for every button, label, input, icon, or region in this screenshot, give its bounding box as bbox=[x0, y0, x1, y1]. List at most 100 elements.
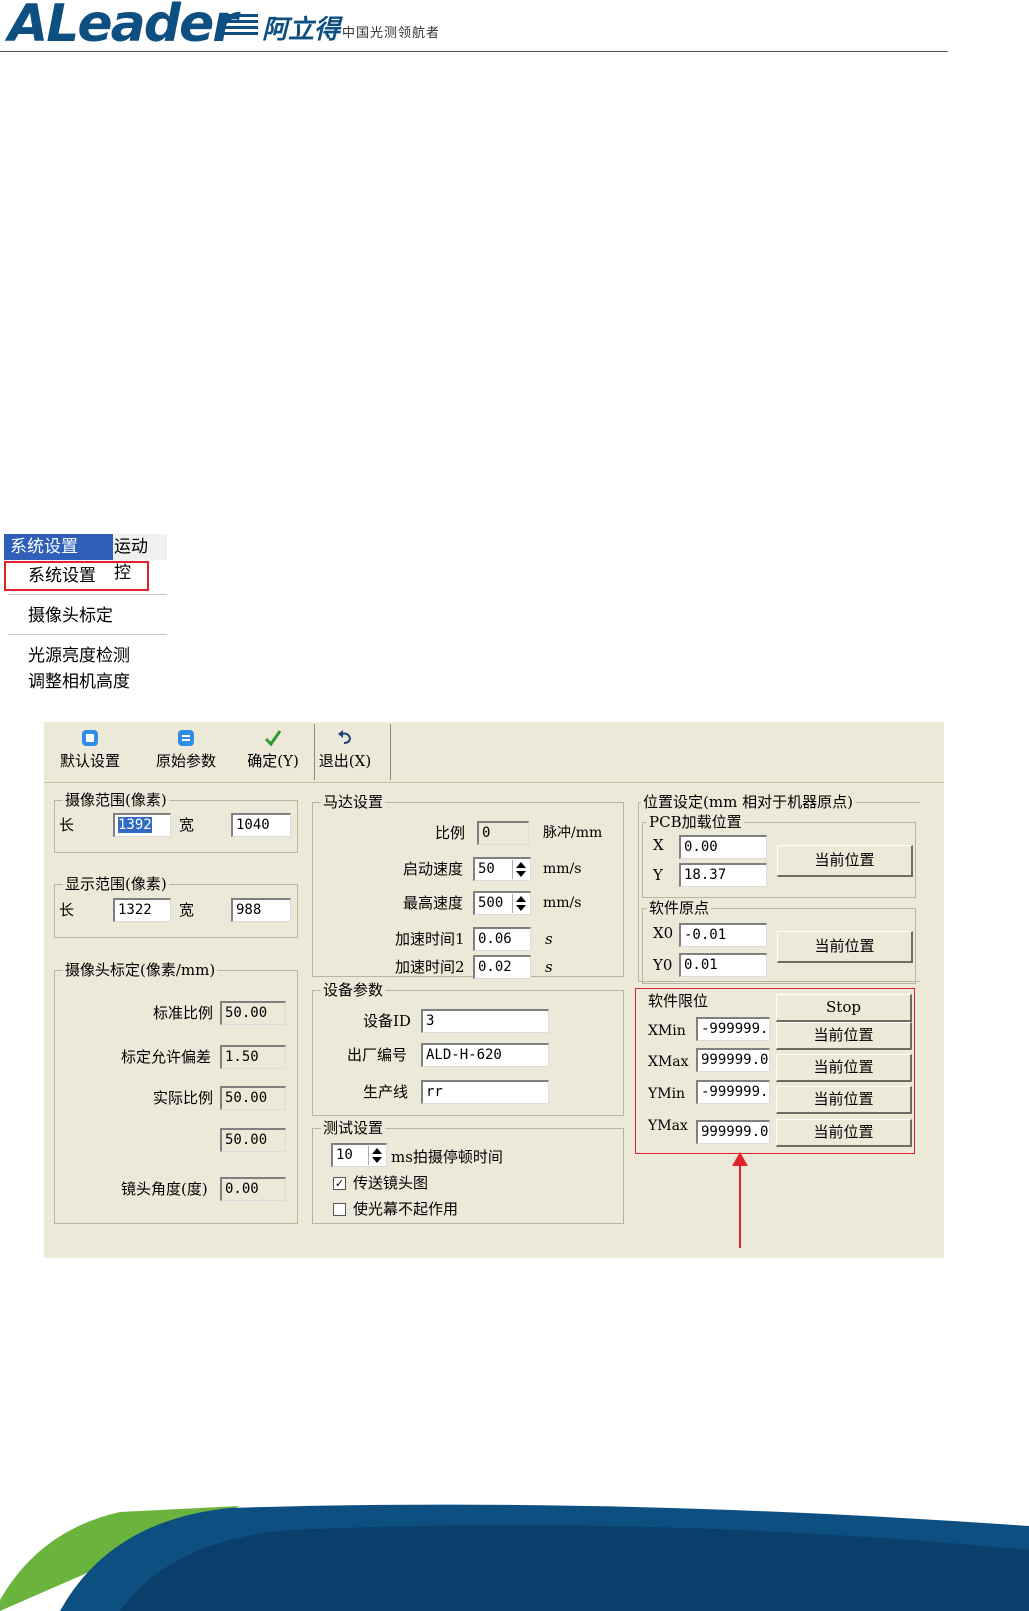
serial-number-input[interactable]: ALD-H-620 bbox=[421, 1043, 549, 1067]
tolerance-label: 标定允许偏差 bbox=[121, 1048, 212, 1066]
pcb-current-position-button[interactable]: 当前位置 bbox=[777, 845, 913, 877]
system-settings-menu: 系统设置 运动控 系统设置 摄像头标定 光源亮度检测 调整相机高度 bbox=[4, 534, 167, 702]
confirm-button[interactable]: 确定(Y) bbox=[240, 728, 306, 778]
header-divider bbox=[0, 51, 948, 52]
origin-y0-input[interactable]: 0.01 bbox=[679, 953, 767, 977]
ymax-input[interactable]: 999999.0 bbox=[696, 1120, 770, 1144]
accel-time-2-label: 加速时间2 bbox=[395, 958, 465, 976]
ymax-label: YMax bbox=[648, 1118, 688, 1134]
menu-highlight-box bbox=[4, 561, 149, 591]
camera-range-title: 摄像范围(像素) bbox=[63, 790, 169, 810]
camera-width-input[interactable]: 1040 bbox=[231, 813, 291, 837]
original-params-icon bbox=[178, 730, 194, 746]
spin-arrows-icon[interactable] bbox=[512, 894, 529, 913]
menu-separator bbox=[8, 594, 167, 595]
display-range-title: 显示范围(像素) bbox=[63, 874, 169, 894]
toolbar-separator bbox=[390, 724, 391, 780]
default-settings-label: 默认设置 bbox=[59, 752, 120, 770]
actual-ratio-input-2[interactable]: 50.00 bbox=[220, 1128, 286, 1152]
device-id-input[interactable]: 3 bbox=[421, 1009, 549, 1033]
exit-button[interactable]: 退出(X) bbox=[312, 728, 378, 778]
standard-ratio-label: 标准比例 bbox=[153, 1004, 214, 1022]
motor-settings-group: 马达设置 比例 0 脉冲/mm 启动速度 50 mm/s 最高速度 500 mm… bbox=[312, 792, 624, 979]
logo-chinese-name: 阿立得 bbox=[262, 15, 341, 45]
production-line-input[interactable]: rr bbox=[421, 1080, 549, 1104]
camera-length-label: 长 bbox=[59, 816, 75, 834]
ymax-current-position-button[interactable]: 当前位置 bbox=[776, 1119, 912, 1147]
ymin-current-position-button[interactable]: 当前位置 bbox=[776, 1086, 912, 1114]
spin-arrows-icon[interactable] bbox=[368, 1146, 385, 1165]
display-width-label: 宽 bbox=[179, 901, 195, 919]
start-speed-stepper[interactable]: 50 bbox=[473, 857, 531, 881]
origin-x0-label: X0 bbox=[653, 924, 674, 942]
display-width-input[interactable]: 988 bbox=[231, 898, 291, 922]
device-params-group: 设备参数 设备ID 3 出厂编号 ALD-H-620 生产线 rr bbox=[312, 980, 624, 1116]
camera-length-input[interactable]: 1392 bbox=[113, 813, 171, 837]
menu-item-camera-calibration[interactable]: 摄像头标定 bbox=[28, 605, 113, 627]
footer-swoosh-graphic bbox=[0, 1504, 1029, 1611]
annotation-arrow-line bbox=[739, 1160, 741, 1248]
motor-ratio-unit: 脉冲/mm bbox=[543, 825, 603, 841]
actual-ratio-input[interactable]: 50.00 bbox=[220, 1086, 286, 1110]
original-params-button[interactable]: 原始参数 bbox=[148, 728, 224, 778]
lens-angle-input[interactable]: 0.00 bbox=[220, 1177, 286, 1201]
transfer-image-checkbox[interactable]: ✓ bbox=[333, 1177, 346, 1190]
camera-range-group: 摄像范围(像素) 长 1392 宽 1040 bbox=[54, 790, 298, 853]
spin-arrows-icon[interactable] bbox=[512, 860, 529, 879]
confirm-label: 确定(Y) bbox=[247, 752, 299, 770]
software-origin-title: 软件原点 bbox=[647, 898, 712, 918]
stop-button[interactable]: Stop bbox=[776, 994, 912, 1022]
toolbar: 默认设置 原始参数 确定(Y) 退出(X) bbox=[44, 722, 944, 783]
motor-settings-title: 马达设置 bbox=[321, 792, 386, 812]
logo-stripes-icon bbox=[222, 14, 258, 44]
company-logo: ALeader bbox=[8, 0, 238, 54]
ymin-label: YMin bbox=[648, 1086, 686, 1102]
menubar-motion-control[interactable]: 运动控 bbox=[108, 534, 167, 583]
default-settings-button[interactable]: 默认设置 bbox=[52, 728, 128, 778]
pcb-x-input[interactable]: 0.00 bbox=[679, 835, 767, 859]
start-speed-unit: mm/s bbox=[543, 861, 582, 877]
display-range-group: 显示范围(像素) 长 1322 宽 988 bbox=[54, 874, 298, 938]
pause-time-stepper[interactable]: 10 bbox=[331, 1143, 387, 1167]
max-speed-stepper[interactable]: 500 bbox=[473, 891, 531, 915]
menu-item-light-brightness[interactable]: 光源亮度检测 bbox=[28, 645, 130, 667]
start-speed-label: 启动速度 bbox=[403, 860, 464, 878]
xmin-label: XMin bbox=[648, 1023, 686, 1039]
xmax-input[interactable]: 999999.0 bbox=[696, 1048, 770, 1072]
checkmark-icon bbox=[264, 730, 282, 747]
origin-x0-input[interactable]: -0.01 bbox=[679, 923, 767, 947]
position-settings-title: 位置设定(mm 相对于机器原点) bbox=[641, 792, 855, 812]
xmin-current-position-button[interactable]: 当前位置 bbox=[776, 1022, 912, 1050]
transfer-image-label: 传送镜头图 bbox=[353, 1174, 429, 1192]
standard-ratio-input[interactable]: 50.00 bbox=[220, 1001, 286, 1025]
disable-light-curtain-checkbox[interactable] bbox=[333, 1203, 346, 1216]
xmax-current-position-button[interactable]: 当前位置 bbox=[776, 1054, 912, 1082]
accel-time-1-unit: s bbox=[545, 930, 553, 948]
pcb-load-position-group: PCB加载位置 X 0.00 Y 18.37 当前位置 bbox=[642, 812, 916, 898]
motor-ratio-label: 比例 bbox=[435, 824, 466, 842]
document-header: ALeader 阿立得 中国光测领航者 bbox=[0, 0, 1029, 60]
max-speed-unit: mm/s bbox=[543, 895, 582, 911]
accel-time-1-input[interactable]: 0.06 bbox=[473, 927, 531, 951]
serial-number-label: 出厂编号 bbox=[347, 1046, 408, 1064]
accel-time-2-input[interactable]: 0.02 bbox=[473, 955, 531, 979]
software-origin-group: 软件原点 X0 -0.01 Y0 0.01 当前位置 bbox=[642, 898, 916, 984]
menubar-system-settings[interactable]: 系统设置 bbox=[4, 534, 113, 560]
tolerance-input[interactable]: 1.50 bbox=[220, 1045, 286, 1069]
disable-light-curtain-label: 使光幕不起作用 bbox=[353, 1200, 459, 1218]
origin-current-position-button[interactable]: 当前位置 bbox=[777, 931, 913, 963]
camera-calibration-title: 摄像头标定(像素/mm) bbox=[63, 960, 218, 980]
display-length-input[interactable]: 1322 bbox=[113, 898, 171, 922]
device-params-title: 设备参数 bbox=[321, 980, 386, 1000]
menubar: 系统设置 运动控 bbox=[4, 534, 167, 583]
max-speed-label: 最高速度 bbox=[403, 894, 464, 912]
pcb-y-input[interactable]: 18.37 bbox=[679, 863, 767, 887]
xmin-input[interactable]: -999999. bbox=[696, 1017, 770, 1041]
motor-ratio-input[interactable]: 0 bbox=[477, 821, 529, 845]
ymin-input[interactable]: -999999. bbox=[696, 1080, 770, 1104]
pcb-load-position-title: PCB加载位置 bbox=[647, 812, 744, 832]
actual-ratio-label: 实际比例 bbox=[153, 1089, 214, 1107]
display-length-label: 长 bbox=[59, 901, 75, 919]
system-settings-dialog: 默认设置 原始参数 确定(Y) 退出(X) 摄像范围(像素) 长 1392 宽 bbox=[44, 722, 944, 1258]
menu-item-camera-height[interactable]: 调整相机高度 bbox=[28, 671, 130, 693]
